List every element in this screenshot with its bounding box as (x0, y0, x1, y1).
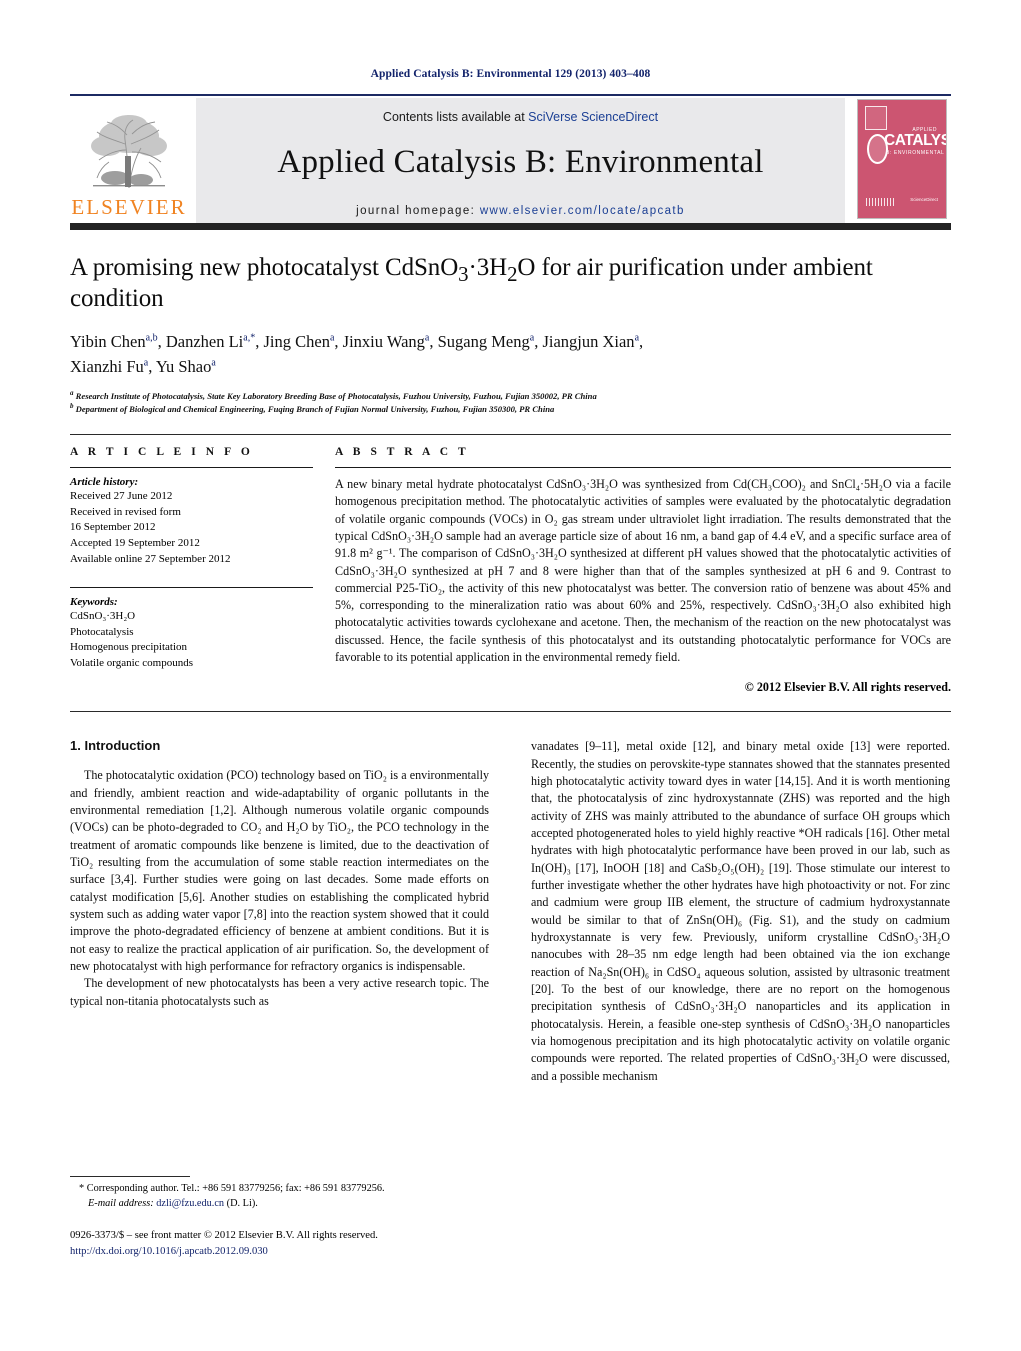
masthead-bottom-rule (70, 223, 951, 230)
journal-title: Applied Catalysis B: Environmental (277, 144, 764, 180)
abstract-heading: A B S T R A C T (335, 446, 470, 459)
elsevier-wordmark: ELSEVIER (71, 195, 187, 219)
doi-link[interactable]: http://dx.doi.org/10.1016/j.apcatb.2012.… (70, 1244, 570, 1260)
cover-barcode-icon (866, 198, 896, 206)
author-list: Yibin Chena,b, Danzhen Lia,*, Jing Chena… (70, 332, 644, 376)
abstract-copyright: © 2012 Elsevier B.V. All rights reserved… (744, 680, 951, 695)
keyword-item: CdSnO₃·3H₂O (70, 610, 136, 623)
abstract-rule (335, 467, 951, 469)
cover-image: APPLIED CATALYSIS B: ENVIRONMENTAL Scien… (858, 100, 946, 218)
info-top-rule (70, 434, 951, 436)
keywords-heading: Keywords: (70, 596, 118, 609)
section-heading-introduction: 1. Introduction (70, 738, 161, 754)
paragraph: The photocatalytic oxidation (PCO) techn… (70, 768, 489, 973)
affiliation-b: b Department of Biological and Chemical … (70, 401, 555, 414)
keyword-item: Homogenous precipitation (70, 641, 188, 654)
body-column-left: 1. Introduction The photocatalytic oxida… (70, 738, 489, 1085)
abstract-bottom-rule (70, 711, 951, 713)
keyword-item: Photocatalysis (70, 625, 134, 638)
article-info-heading: A R T I C L E I N F O (70, 446, 254, 459)
abstract-text: A new binary metal hydrate photocatalyst… (335, 477, 951, 664)
email-owner: (D. Li). (226, 1197, 258, 1209)
cover-subtitle: B: ENVIRONMENTAL (886, 150, 945, 156)
homepage-url-link[interactable]: www.elsevier.com/locate/apcatb (480, 205, 685, 217)
email-label: E-mail address: (88, 1197, 154, 1209)
page-footer: 0926-3373/$ – see front matter © 2012 El… (70, 1228, 570, 1260)
history-item: Received 27 June 2012 (70, 490, 173, 503)
cover-elsevier-icon (865, 106, 887, 130)
affiliation-a: a Research Institute of Photocatalysis, … (70, 388, 597, 401)
footnote-rule (70, 1176, 190, 1177)
elsevier-tree-icon (91, 115, 167, 189)
affiliation-b-text: Department of Biological and Chemical En… (75, 403, 555, 414)
history-item: Available online 27 September 2012 (70, 552, 231, 565)
paragraph: The development of new photocatalysts ha… (70, 976, 489, 1008)
body-column-right: vanadates [9–11], metal oxide [12], and … (531, 738, 950, 1085)
title-block: A promising new photocatalyst CdSnO3·3H2… (70, 252, 951, 416)
affiliation-a-text: Research Institute of Photocatalysis, St… (75, 390, 597, 401)
journal-homepage-line: journal homepage: www.elsevier.com/locat… (356, 205, 685, 217)
running-head: Applied Catalysis B: Environmental 129 (… (370, 68, 651, 80)
body-columns: 1. Introduction The photocatalytic oxida… (70, 738, 951, 1085)
paragraph: vanadates [9–11], metal oxide [12], and … (531, 739, 950, 1083)
article-info-rule (70, 467, 313, 469)
footnote-contact: Corresponding author. Tel.: +86 591 8377… (86, 1183, 385, 1194)
history-item: Accepted 19 September 2012 (70, 536, 200, 549)
corresponding-author-footnote: * Corresponding author. Tel.: +86 591 83… (70, 1176, 489, 1211)
history-item: 16 September 2012 (70, 521, 156, 534)
homepage-prefix: journal homepage: (356, 205, 480, 217)
keywords-rule (70, 587, 313, 589)
journal-banner: Contents lists available at SciVerse Sci… (196, 98, 845, 224)
cover-title: CATALYSIS (884, 132, 946, 149)
info-abstract-region: A R T I C L E I N F O Article history: R… (70, 434, 951, 695)
elsevier-logo: ELSEVIER (70, 98, 188, 224)
footnote-marker: * (79, 1183, 85, 1194)
email-link[interactable]: dzli@fzu.edu.cn (156, 1198, 224, 1209)
article-info-column: A R T I C L E I N F O Article history: R… (70, 446, 335, 695)
history-item: Received in revised form (70, 505, 181, 518)
journal-masthead: ELSEVIER Contents lists available at Sci… (70, 94, 951, 230)
cover-sciencedirect-label: ScienceDirect (910, 197, 938, 203)
journal-article-page: Applied Catalysis B: Environmental 129 (… (0, 0, 1021, 1351)
front-matter-line: 0926-3373/$ – see front matter © 2012 El… (70, 1230, 378, 1241)
journal-cover-thumbnail: APPLIED CATALYSIS B: ENVIRONMENTAL Scien… (853, 98, 951, 224)
footnote-text: * Corresponding author. Tel.: +86 591 83… (70, 1182, 489, 1211)
masthead-top-rule (70, 94, 951, 96)
page-title: A promising new photocatalyst CdSnO3·3H2… (70, 254, 873, 312)
contents-prefix: Contents lists available at (382, 110, 529, 124)
sciencedirect-link[interactable]: SciVerse ScienceDirect (528, 110, 658, 124)
abstract-column: A B S T R A C T A new binary metal hydra… (335, 446, 951, 695)
contents-available-line: Contents lists available at SciVerse Sci… (383, 110, 658, 124)
article-history-heading: Article history: (70, 476, 139, 489)
keyword-item: Volatile organic compounds (70, 657, 194, 669)
